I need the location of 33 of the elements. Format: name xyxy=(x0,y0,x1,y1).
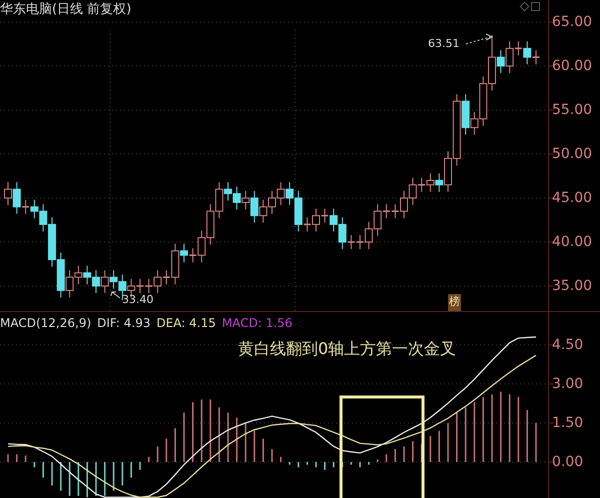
candlestick xyxy=(259,199,268,224)
candlestick xyxy=(100,270,109,294)
axis-label: 45.00 xyxy=(552,189,592,208)
axis-label: 0.00 xyxy=(552,453,584,472)
axis-label: 35.00 xyxy=(552,277,592,296)
annotation-text: 黄白线翻到0轴上方第一次金叉 xyxy=(238,338,456,360)
candlestick xyxy=(232,186,241,210)
price-label: 33.40 xyxy=(122,292,154,308)
badge: 榜 xyxy=(448,294,461,310)
indicator-label: MACD(12,26,9) xyxy=(0,315,92,332)
axis-label: 50.00 xyxy=(552,145,592,164)
axis-label: 4.50 xyxy=(552,336,584,354)
dea-value: DEA: 4.15 xyxy=(156,315,216,332)
axis-label: 3.00 xyxy=(552,374,584,393)
candlestick xyxy=(206,204,214,246)
macd-value: MACD: 1.56 xyxy=(222,315,292,332)
arrow-icon xyxy=(110,292,120,298)
window-icon[interactable] xyxy=(531,2,540,11)
candlestick xyxy=(110,270,118,290)
axis-label: 65.00 xyxy=(552,13,592,31)
axis-label: 55.00 xyxy=(552,101,592,119)
chart-title: 华东电脑(日线 前复权) xyxy=(0,1,132,19)
candlestick xyxy=(74,265,82,285)
arrow-icon xyxy=(466,34,494,44)
candlestick xyxy=(83,265,92,285)
price-label: 63.51 xyxy=(428,36,460,52)
candlestick xyxy=(426,172,434,192)
axis-label: 40.00 xyxy=(552,233,592,252)
candlestick xyxy=(276,182,285,206)
candlestick xyxy=(30,199,38,219)
dif-value: DIF: 4.93 xyxy=(97,315,150,332)
axis-label: 1.50 xyxy=(552,414,584,432)
axis-label: 60.00 xyxy=(552,57,592,75)
